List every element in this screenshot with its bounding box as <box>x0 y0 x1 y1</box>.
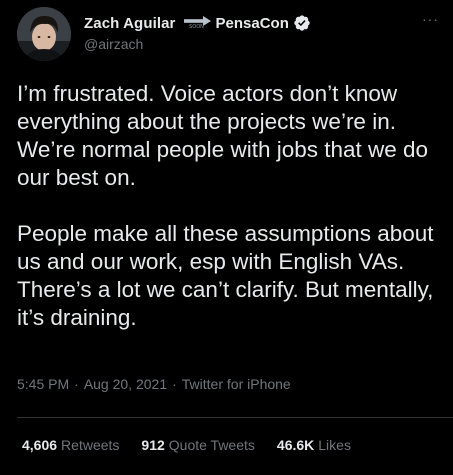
tweet-card: Zach Aguilar SOON PensaCon @airzach ··· … <box>0 0 453 475</box>
retweets-count: 4,606 <box>22 437 58 453</box>
more-options-icon[interactable]: ··· <box>422 12 439 26</box>
tweet-stats: 4,606 Retweets 912 Quote Tweets 46.6K Likes <box>22 437 373 453</box>
author-handle[interactable]: @airzach <box>84 36 143 52</box>
quote-tweets-count: 912 <box>141 437 165 453</box>
soon-emoji-text: SOON <box>189 24 204 30</box>
likes-stat[interactable]: 46.6K Likes <box>277 437 351 453</box>
author-name-suffix[interactable]: PensaCon <box>216 15 289 32</box>
verified-badge-icon <box>294 15 310 31</box>
quote-tweets-label: Quote Tweets <box>168 437 255 453</box>
tweet-text: I’m frustrated. Voice actors don’t know … <box>17 81 434 330</box>
author-name-row[interactable]: Zach Aguilar SOON PensaCon <box>84 12 311 34</box>
tweet-time[interactable]: 5:45 PM <box>17 376 69 392</box>
retweets-stat[interactable]: 4,606 Retweets <box>22 437 119 453</box>
divider <box>17 417 453 418</box>
meta-separator: · <box>172 376 177 392</box>
likes-label: Likes <box>318 437 351 453</box>
tweet-date[interactable]: Aug 20, 2021 <box>84 376 167 392</box>
retweets-label: Retweets <box>61 437 120 453</box>
soon-arrow-icon: SOON <box>182 16 212 30</box>
quote-tweets-stat[interactable]: 912 Quote Tweets <box>141 437 255 453</box>
avatar[interactable] <box>17 7 71 61</box>
tweet-source[interactable]: Twitter for iPhone <box>182 376 291 392</box>
avatar-image <box>17 7 71 61</box>
tweet-meta: 5:45 PM · Aug 20, 2021 · Twitter for iPhone <box>17 376 291 392</box>
author-display-name[interactable]: Zach Aguilar <box>84 15 176 32</box>
meta-separator: · <box>74 376 79 392</box>
likes-count: 46.6K <box>276 437 315 453</box>
